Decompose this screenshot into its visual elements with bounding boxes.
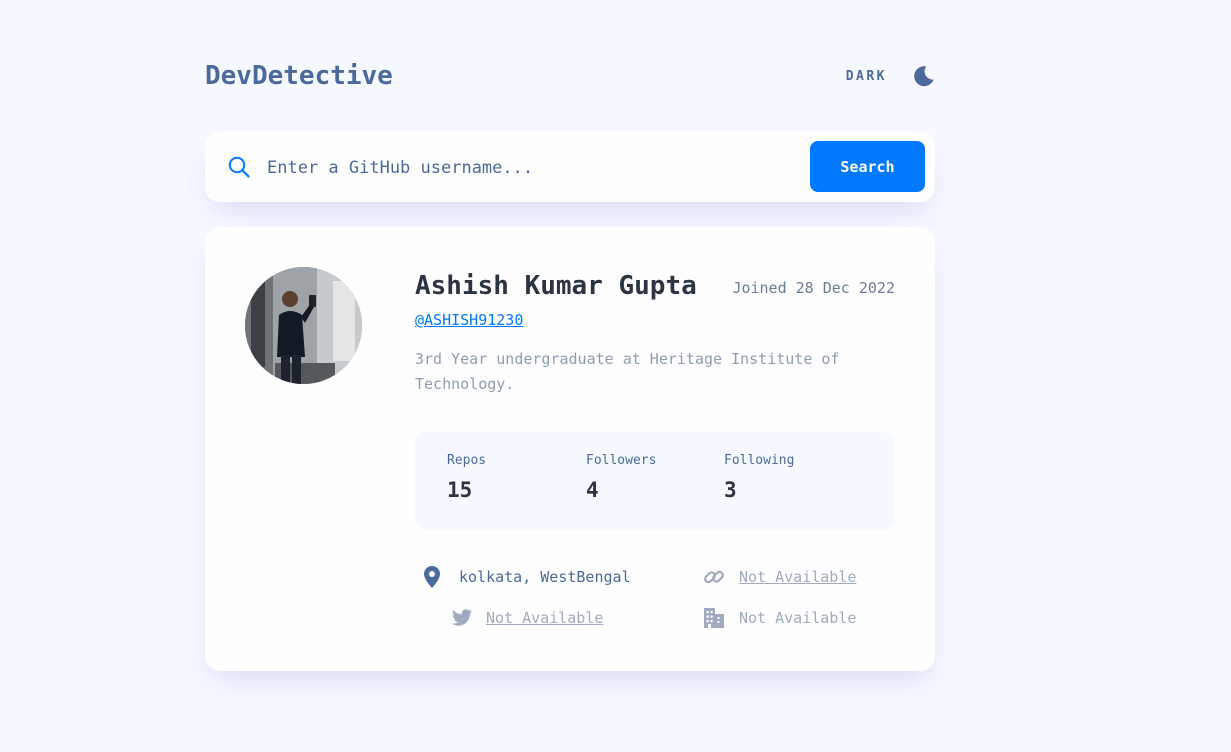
- link-icon: [703, 566, 725, 588]
- twitter-icon: [451, 607, 473, 629]
- joined-date: Joined 28 Dec 2022: [732, 279, 895, 297]
- location-pin-icon: [424, 566, 440, 588]
- company-text: Not Available: [739, 609, 857, 627]
- building-icon: [703, 607, 725, 629]
- twitter-row: Not Available: [451, 607, 603, 629]
- header: DevDetective DARK: [205, 58, 935, 98]
- company-row: Not Available: [703, 607, 856, 629]
- stats-box: Repos 15 Followers 4 Following 3: [415, 432, 895, 529]
- search-button[interactable]: Search: [810, 141, 925, 192]
- logo: DevDetective: [205, 61, 393, 91]
- stat-following: Following 3: [724, 453, 794, 502]
- stat-followers-value: 4: [586, 478, 599, 502]
- username-link[interactable]: @ASHISH91230: [415, 311, 523, 329]
- twitter-link[interactable]: Not Available: [486, 609, 603, 627]
- theme-toggle[interactable]: DARK: [846, 61, 935, 91]
- stat-following-value: 3: [724, 478, 737, 502]
- stat-repos-label: Repos: [447, 453, 487, 468]
- avatar: [245, 267, 362, 384]
- search-bar: Search: [205, 131, 935, 202]
- profile-card: Ashish Kumar Gupta Joined 28 Dec 2022 @A…: [205, 227, 935, 671]
- stat-repos-value: 15: [447, 478, 473, 502]
- location-row: kolkata, WestBengal: [424, 566, 631, 588]
- profile-bio: 3rd Year undergraduate at Heritage Insti…: [415, 350, 840, 393]
- moon-icon[interactable]: [913, 65, 935, 87]
- profile-name: Ashish Kumar Gupta: [415, 271, 697, 301]
- stat-followers-label: Followers: [586, 453, 657, 468]
- search-input[interactable]: [265, 151, 789, 185]
- stat-following-label: Following: [724, 453, 795, 468]
- website-row: Not Available: [703, 566, 856, 588]
- website-link[interactable]: Not Available: [739, 568, 856, 586]
- location-text: kolkata, WestBengal: [459, 568, 631, 586]
- search-icon: [228, 156, 250, 178]
- theme-toggle-label: DARK: [845, 68, 887, 84]
- stat-followers: Followers 4: [586, 453, 656, 502]
- stat-repos: Repos 15: [447, 453, 486, 502]
